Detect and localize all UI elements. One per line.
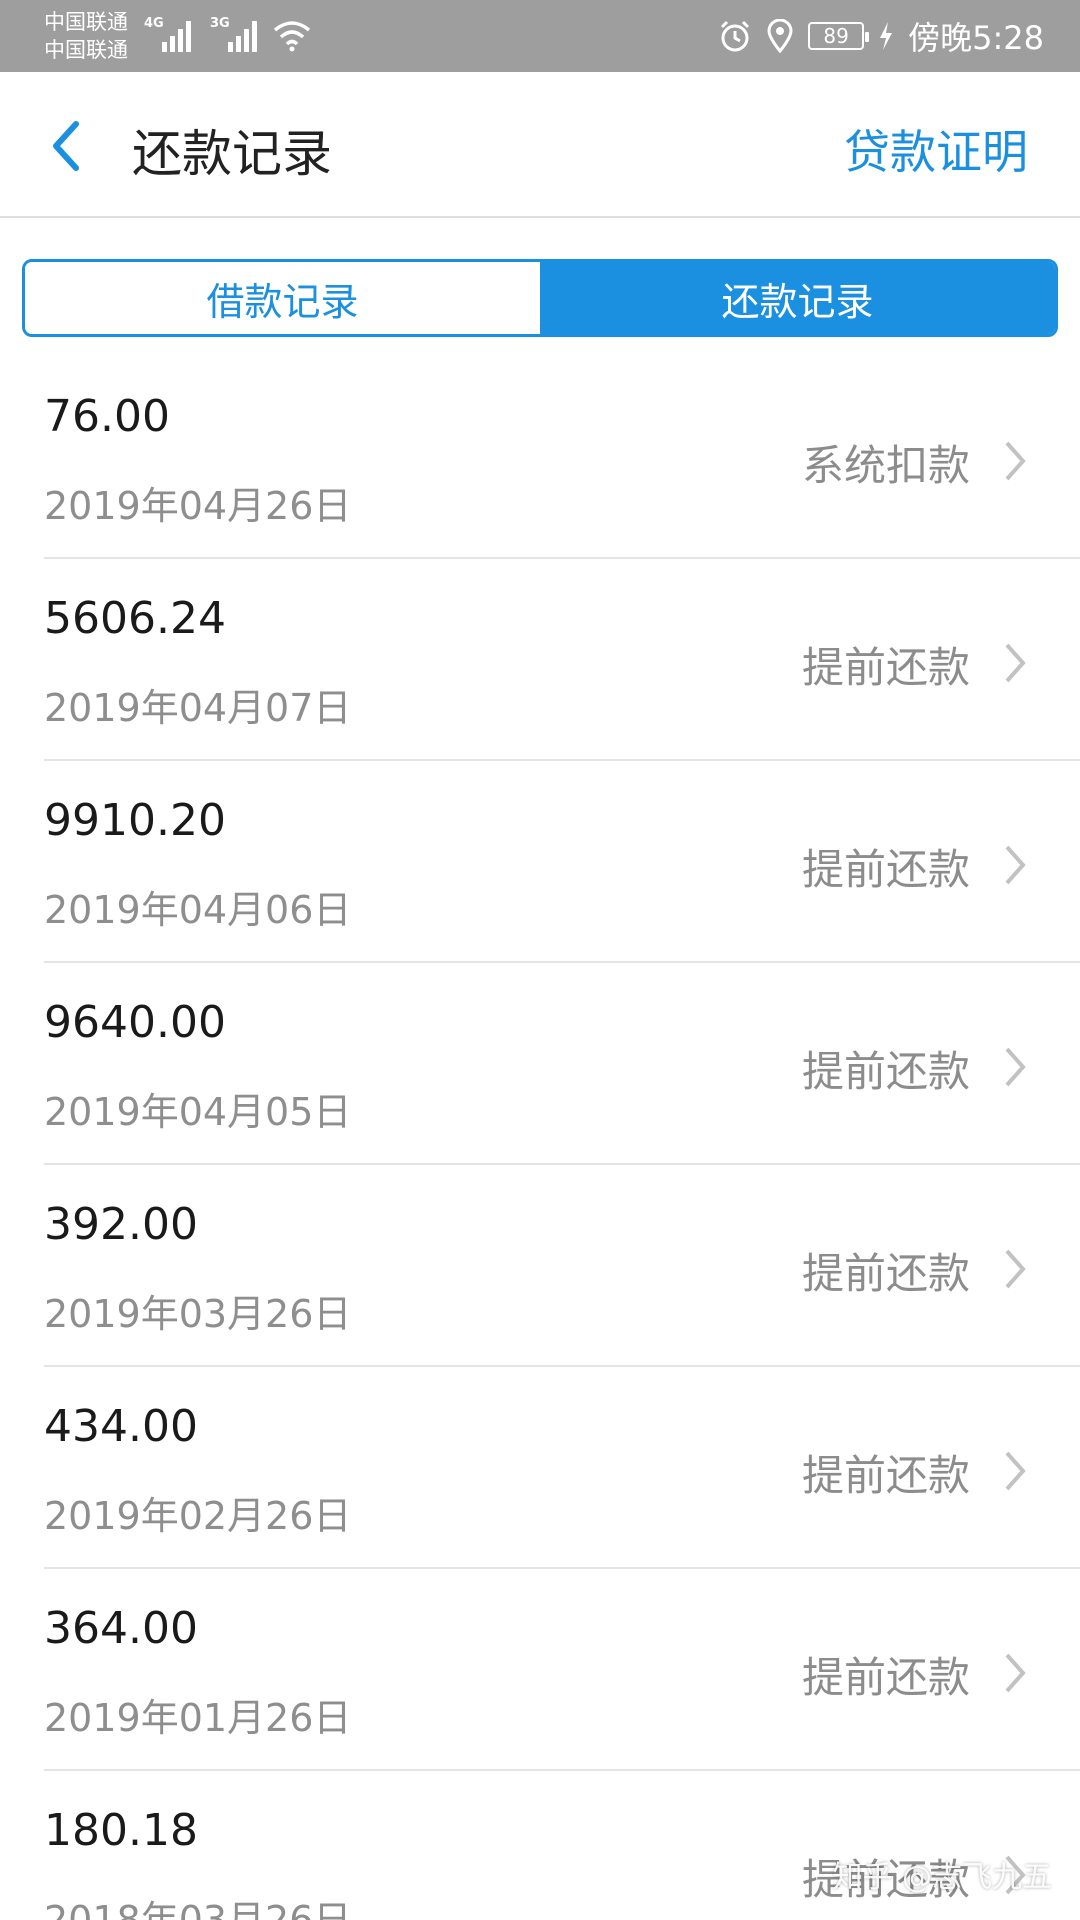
app-header: 还款记录 贷款证明 [0, 72, 1080, 218]
alarm-icon [718, 19, 752, 53]
loan-proof-link[interactable]: 贷款证明 [844, 116, 1028, 182]
record-amount: 9640.00 [44, 997, 226, 1048]
list-item[interactable]: 9910.20 2019年04月06日 提前还款 [0, 761, 1080, 963]
chevron-right-icon [1000, 641, 1030, 685]
chevron-left-icon [53, 121, 79, 171]
record-type: 提前还款 [801, 1451, 970, 1500]
tab-repay-records[interactable]: 还款记录 [540, 262, 1055, 334]
record-amount: 392.00 [44, 1199, 198, 1250]
list-item[interactable]: 180.18 2018年03月26日 提前还款 [0, 1771, 1080, 1920]
record-type: 提前还款 [801, 845, 970, 894]
tab-borrow-records[interactable]: 借款记录 [25, 262, 540, 334]
chevron-right-icon [1000, 1449, 1030, 1493]
chevron-right-icon [1000, 1651, 1030, 1695]
record-date: 2019年02月26日 [44, 1494, 352, 1538]
back-button[interactable] [40, 118, 90, 174]
location-icon [766, 19, 794, 53]
chevron-right-icon [1000, 1045, 1030, 1089]
signal-icon [228, 21, 257, 52]
record-type: 提前还款 [801, 1653, 970, 1702]
clock-time: 傍晚5:28 [908, 19, 1044, 57]
record-date: 2019年03月26日 [44, 1292, 352, 1336]
status-right-group: 89 傍晚5:28 [718, 14, 1044, 58]
signal-icon [162, 21, 191, 52]
record-amount: 76.00 [44, 391, 170, 442]
record-type: 提前还款 [801, 1249, 970, 1298]
record-amount: 364.00 [44, 1603, 198, 1654]
list-item[interactable]: 364.00 2019年01月26日 提前还款 [0, 1569, 1080, 1771]
list-item[interactable]: 9640.00 2019年04月05日 提前还款 [0, 963, 1080, 1165]
chevron-right-icon [1000, 1247, 1030, 1291]
record-type: 提前还款 [801, 1047, 970, 1096]
carrier-info: 中国联通 中国联通 [44, 8, 128, 64]
list-item[interactable]: 5606.24 2019年04月07日 提前还款 [0, 559, 1080, 761]
record-date: 2019年01月26日 [44, 1696, 352, 1740]
record-type: 系统扣款 [801, 441, 970, 490]
record-date: 2019年04月06日 [44, 888, 352, 932]
record-date: 2018年03月26日 [44, 1898, 352, 1920]
list-item[interactable]: 434.00 2019年02月26日 提前还款 [0, 1367, 1080, 1569]
record-tabs: 借款记录 还款记录 [22, 259, 1058, 337]
battery-icon: 89 [808, 22, 870, 50]
record-date: 2019年04月26日 [44, 484, 352, 528]
wifi-icon [273, 21, 311, 52]
status-bar: 中国联通 中国联通 4G 3G 89 傍晚5:28 [0, 0, 1080, 72]
record-amount: 9910.20 [44, 795, 226, 846]
battery-level: 89 [823, 24, 849, 48]
record-amount: 180.18 [44, 1805, 198, 1856]
chevron-right-icon [1000, 843, 1030, 887]
charging-icon [878, 21, 894, 51]
page-title: 还款记录 [132, 125, 332, 183]
carrier-label-1: 中国联通 [44, 10, 128, 34]
record-amount: 434.00 [44, 1401, 198, 1452]
record-date: 2019年04月05日 [44, 1090, 352, 1134]
record-date: 2019年04月07日 [44, 686, 352, 730]
record-amount: 5606.24 [44, 593, 226, 644]
record-type: 提前还款 [801, 643, 970, 692]
list-item[interactable]: 76.00 2019年04月26日 系统扣款 [0, 357, 1080, 559]
watermark: 知乎 @志飞九五 [832, 1860, 1052, 1895]
list-item[interactable]: 392.00 2019年03月26日 提前还款 [0, 1165, 1080, 1367]
chevron-right-icon [1000, 439, 1030, 483]
carrier-label-2: 中国联通 [44, 38, 128, 62]
repayment-list: 76.00 2019年04月26日 系统扣款 5606.24 2019年04月0… [0, 357, 1080, 1920]
